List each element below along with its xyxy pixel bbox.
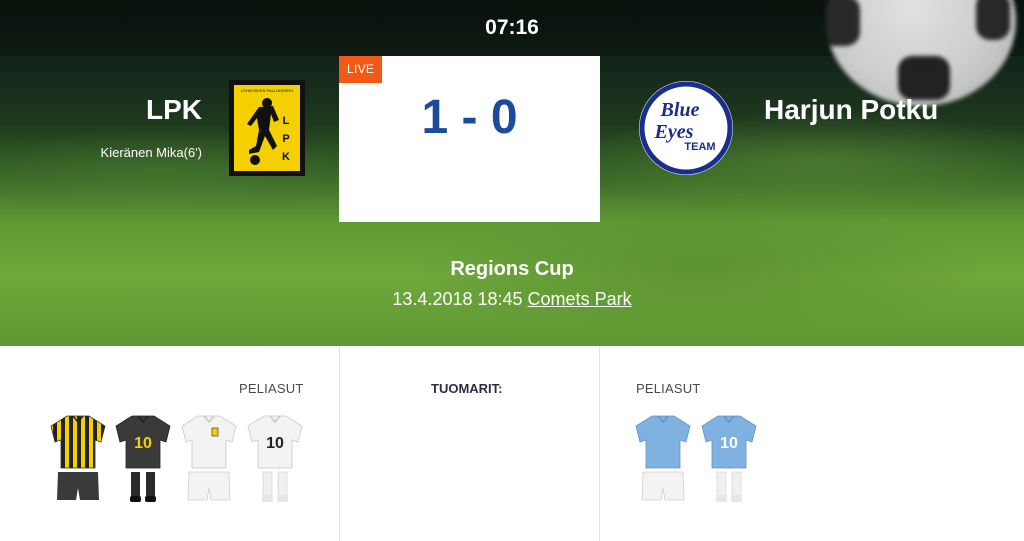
column-divider [339, 346, 340, 541]
away-white-kit [181, 415, 237, 501]
away-logo-word-eyes: Eyes [654, 121, 694, 143]
home-striped-kit [50, 415, 106, 500]
home-logo-letter-p: P [282, 133, 289, 145]
kit-number: 10 [720, 435, 738, 452]
scoreboard: LIVE 1 - 0 [339, 56, 600, 222]
away-team-logo[interactable]: Blue Eyes TEAM [636, 80, 736, 176]
competition-name: Regions Cup [450, 258, 574, 280]
match-header: 07:16 LPK Kieränen Mika(6') LOHKOSKEN PA… [0, 0, 1024, 346]
column-divider [599, 346, 600, 541]
kit-number: 10 [266, 435, 284, 452]
away-logo-word-blue: Blue [660, 99, 700, 121]
match-datetime: 13.4.2018 18:45 [392, 289, 523, 309]
home-lightblue-kit-numbered: 10 [701, 415, 757, 502]
home-lightblue-kit [635, 415, 691, 501]
away-team-name[interactable]: Harjun Potku [764, 94, 938, 126]
away-white-kit-numbered: 10 [247, 415, 303, 502]
home-team-name[interactable]: LPK [146, 94, 202, 126]
venue-link[interactable]: Comets Park [528, 289, 632, 309]
home-logo-letter-k: K [282, 151, 290, 163]
match-details: PELIASUT TUOMARIT: PELIASUT 10 10 10 [0, 346, 1024, 541]
live-badge: LIVE [339, 56, 383, 83]
away-logo-word-team: TEAM [684, 141, 715, 153]
kit-number: 10 [134, 435, 152, 452]
score: 1 - 0 [421, 91, 518, 144]
home-kits-label: PELIASUT [239, 381, 304, 396]
match-clock: 07:16 [485, 16, 539, 39]
home-goal-scorer: Kieränen Mika(6') [100, 145, 202, 160]
away-kits-label: PELIASUT [636, 381, 701, 396]
home-logo-letter-l: L [283, 115, 290, 127]
match-datetime-venue: 13.4.2018 18:45 Comets Park [0, 289, 1024, 310]
home-logo-caption: LOHKOSKEN PALLOKERHO [241, 88, 294, 93]
home-black-kit: 10 [115, 415, 171, 502]
referees-label: TUOMARIT: [431, 381, 503, 396]
home-team-logo[interactable]: LOHKOSKEN PALLOKERHO L P K [229, 80, 305, 176]
